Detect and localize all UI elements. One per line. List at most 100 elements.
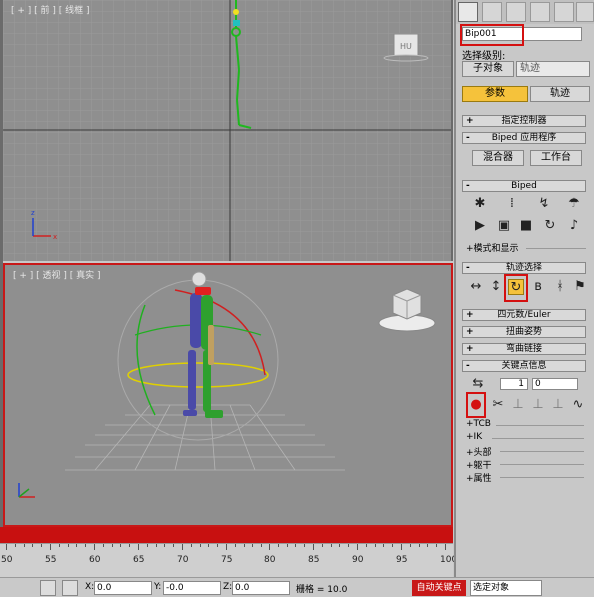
status-bar: X: 0.0 Y: -0.0 Z: 0.0 栅格 = 10.0 自动关键点 选定… (0, 577, 594, 597)
set-free-key-icon[interactable]: ⊥ (550, 397, 566, 413)
set-key-icon[interactable]: ● (468, 397, 484, 413)
utilities-tab-icon[interactable] (576, 2, 594, 22)
ruler-minor-tick (304, 544, 305, 547)
subrollout-body[interactable]: +躯干 (466, 458, 492, 471)
lock-icon[interactable] (40, 580, 56, 596)
selected-object-dropdown[interactable]: 选定对象 (470, 580, 542, 596)
command-panel-tabs (456, 0, 594, 24)
motion-tab-icon[interactable] (530, 2, 550, 22)
tab-params[interactable]: 参数 (462, 86, 528, 102)
body-horizontal-icon[interactable]: ↔ (468, 279, 484, 295)
ruler-tick-label: 85 (308, 555, 320, 565)
divider (496, 425, 584, 426)
y-coordinate-field[interactable]: -0.0 (163, 581, 221, 595)
rollout-label: 轨迹选择 (505, 263, 542, 273)
hierarchy-tab-icon[interactable] (506, 2, 526, 22)
highlight-box (504, 274, 528, 302)
delete-key-icon[interactable]: ✂ (490, 397, 506, 413)
set-sliding-key-icon[interactable]: ⊥ (530, 397, 546, 413)
set-planted-key-icon[interactable]: ⊥ (510, 397, 526, 413)
rollout-twist-poses[interactable]: + 扭曲姿势 (462, 326, 586, 338)
ruler-minor-tick (164, 544, 165, 547)
save-file-icon[interactable]: ■ (518, 218, 534, 234)
rollout-label: 指定控制器 (501, 116, 547, 126)
mixer-button[interactable]: 混合器 (472, 150, 524, 166)
convert-icon[interactable]: ↻ (542, 218, 558, 234)
lock-cog-icon[interactable]: ʙ (530, 279, 546, 295)
ruler-minor-tick (295, 544, 296, 547)
perspective-viewport-label[interactable]: [ + ] [ 透视 ] [ 真实 ] (13, 268, 101, 281)
ruler-minor-tick (252, 544, 253, 547)
absolute-mode-icon[interactable] (62, 580, 78, 596)
prev-next-key-icon[interactable]: ⇆ (470, 376, 486, 392)
auto-key-button[interactable]: 自动关键点 (412, 580, 466, 596)
ruler-tick (445, 544, 446, 550)
symmetrical-icon[interactable]: ᚼ (552, 279, 568, 295)
track-bar[interactable]: 50 55 60 65 70 75 80 85 90 95 100 (0, 543, 457, 577)
front-viewport[interactable]: z x HU [ + ] [ 前 ] [ 线框 ] (3, 0, 453, 261)
z-label: Z: (223, 582, 233, 592)
rollout-key-info[interactable]: - 关键点信息 (462, 360, 586, 372)
ruler-tick-label: 95 (396, 555, 408, 565)
opposite-icon[interactable]: ⚑ (572, 279, 588, 295)
ruler-tick-label: 60 (89, 555, 101, 565)
rollout-biped-apps[interactable]: - Biped 应用程序 (462, 132, 586, 144)
ruler-minor-tick (244, 544, 245, 547)
x-label: X: (85, 582, 95, 592)
ruler-minor-tick (322, 544, 323, 547)
ruler-minor-tick (156, 544, 157, 547)
ruler-minor-tick (366, 544, 367, 547)
divider (500, 451, 584, 452)
ruler-minor-tick (129, 544, 130, 547)
rollout-label: Biped (511, 181, 537, 191)
ruler-tick-label: 55 (45, 555, 57, 565)
sub-object-button[interactable]: 子对象 (462, 61, 514, 77)
subrollout-head[interactable]: +头部 (466, 445, 492, 458)
rollout-label: 扭曲姿势 (505, 327, 542, 337)
ruler-minor-tick (410, 544, 411, 547)
rollout-bend-links[interactable]: + 弯曲链接 (462, 343, 586, 355)
load-file-icon[interactable]: ▣ (496, 218, 512, 234)
perspective-viewport[interactable]: [ + ] [ 透视 ] [ 真实 ] (3, 263, 453, 527)
display-tab-icon[interactable] (554, 2, 574, 22)
figure-mode-icon[interactable]: ✱ (472, 196, 488, 212)
rollout-label: 弯曲链接 (505, 344, 542, 354)
body-vertical-icon[interactable]: ↕ (488, 279, 504, 295)
grid-size-label: 栅格 = 10.0 (296, 585, 348, 595)
rollout-quaternion-euler[interactable]: + 四元数/Euler (462, 309, 586, 321)
ruler-minor-tick (339, 544, 340, 547)
create-tab-icon[interactable] (458, 2, 478, 22)
ruler-minor-tick (208, 544, 209, 547)
modify-tab-icon[interactable] (482, 2, 502, 22)
ruler-tick (94, 544, 95, 550)
move-all-icon[interactable]: ♪ (566, 218, 582, 234)
workbench-button[interactable]: 工作台 (530, 150, 582, 166)
ruler-minor-tick (217, 544, 218, 547)
time-slider[interactable] (0, 527, 453, 543)
modes-display-rollout[interactable]: +模式和显示 (466, 241, 519, 254)
footstep-mode-icon[interactable]: ⁞ (504, 196, 520, 212)
tab-tracks[interactable]: 轨迹 (530, 86, 590, 102)
rollout-track-selection[interactable]: - 轨迹选择 (462, 262, 586, 274)
x-coordinate-field[interactable]: 0.0 (94, 581, 152, 595)
subrollout-ik[interactable]: +IK (466, 432, 482, 442)
rollout-label: 四元数/Euler (497, 310, 551, 320)
key-time-field[interactable]: 0 (532, 378, 578, 390)
play-biped-icon[interactable]: ▶ (472, 218, 488, 234)
mixer-mode-icon[interactable]: ☂ (566, 196, 582, 212)
persp-scene (18, 271, 436, 498)
motion-flow-icon[interactable]: ↯ (536, 196, 552, 212)
subrollout-props[interactable]: +属性 (466, 471, 492, 484)
ruler-tick-label: 70 (177, 555, 189, 565)
rollout-assign-controller[interactable]: + 指定控制器 (462, 115, 586, 127)
ruler-minor-tick (147, 544, 148, 547)
rollout-biped[interactable]: - Biped (462, 180, 586, 192)
ruler-tick-label: 65 (133, 555, 145, 565)
key-number-field[interactable]: 1 (500, 378, 528, 390)
sub-object-dropdown[interactable]: 轨迹 (516, 61, 590, 77)
front-viewport-label[interactable]: [ + ] [ 前 ] [ 线框 ] (11, 3, 90, 16)
subrollout-tcb[interactable]: +TCB (466, 419, 491, 429)
trajectories-icon[interactable]: ∿ (570, 397, 586, 413)
z-coordinate-field[interactable]: 0.0 (232, 581, 290, 595)
ruler-minor-tick (173, 544, 174, 547)
